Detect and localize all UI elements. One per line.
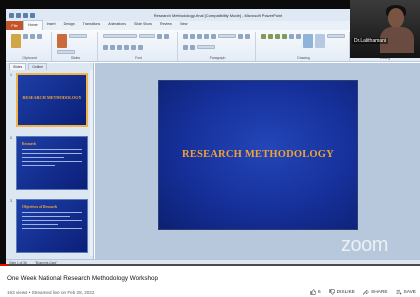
save-label: SAVE: [403, 289, 416, 295]
ribbon-group-slides: Slides: [54, 32, 98, 61]
ribbon-group-font: Font: [100, 32, 178, 61]
current-slide: RESEARCH METHODOLOGY: [158, 80, 358, 230]
slides-panel: Slides Outline 1 RESEARCH METHODOLOGY 2 …: [6, 63, 94, 259]
video-progress-bar[interactable]: [0, 264, 420, 266]
video-title: One Week National Research Methodology W…: [7, 275, 158, 282]
slide-title: RESEARCH METHODOLOGY: [182, 149, 334, 160]
ribbon-group-clipboard: Clipboard: [8, 32, 52, 61]
tab-insert: Insert: [46, 22, 56, 26]
tab-home: Home: [23, 20, 43, 30]
panel-scrollbar: [90, 70, 93, 256]
ribbon-group-paragraph: Paragraph: [180, 32, 256, 61]
share-icon: [363, 289, 369, 295]
tab-design: Design: [63, 22, 75, 26]
dislike-button[interactable]: DISLIKE: [328, 289, 356, 295]
webcam-tile: Dr.Lalithamani: [350, 0, 420, 58]
video-actions: 6 DISLIKE SHARE SAVE: [310, 289, 416, 295]
like-button[interactable]: 6: [310, 289, 321, 295]
window-title: Research Methodology-final [Compatibilit…: [153, 12, 283, 18]
thumbs-up-icon: [310, 289, 316, 295]
tab-view: View: [179, 22, 188, 26]
thumbnail-heading: Research: [22, 142, 37, 146]
tab-file: File: [6, 21, 23, 30]
video-progress-fill: [0, 264, 9, 266]
share-button[interactable]: SHARE: [363, 289, 388, 295]
slide-editor: RESEARCH METHODOLOGY: [95, 63, 420, 259]
ribbon-group-drawing: Drawing: [258, 32, 350, 61]
share-label: SHARE: [371, 289, 388, 295]
tab-transitions: Transitions: [82, 22, 101, 26]
thumbnail-title: RESEARCH METHODOLOGY: [22, 95, 82, 100]
video-player[interactable]: Research Methodology-final [Compatibilit…: [0, 0, 420, 266]
dislike-label: DISLIKE: [336, 289, 356, 295]
panel-tab-slides: Slides: [9, 63, 27, 70]
tab-slide-show: Slide Show: [134, 22, 152, 26]
playlist-add-icon: [396, 290, 402, 295]
tab-animations: Animations: [108, 22, 127, 26]
save-button[interactable]: SAVE: [396, 289, 416, 295]
participant-name: Dr.Lalithamani: [352, 38, 388, 44]
tab-review: Review: [160, 22, 172, 26]
quick-access-toolbar: [6, 11, 46, 19]
zoom-watermark: zoom: [341, 234, 388, 256]
like-count: 6: [317, 289, 321, 295]
panel-tab-outline: Outline: [28, 63, 47, 70]
thumbnail-heading: Objectives of Research: [22, 205, 58, 209]
thumbs-down-icon: [328, 289, 335, 295]
video-meta: 163 views • Streamed live on Feb 28, 202…: [7, 290, 95, 295]
